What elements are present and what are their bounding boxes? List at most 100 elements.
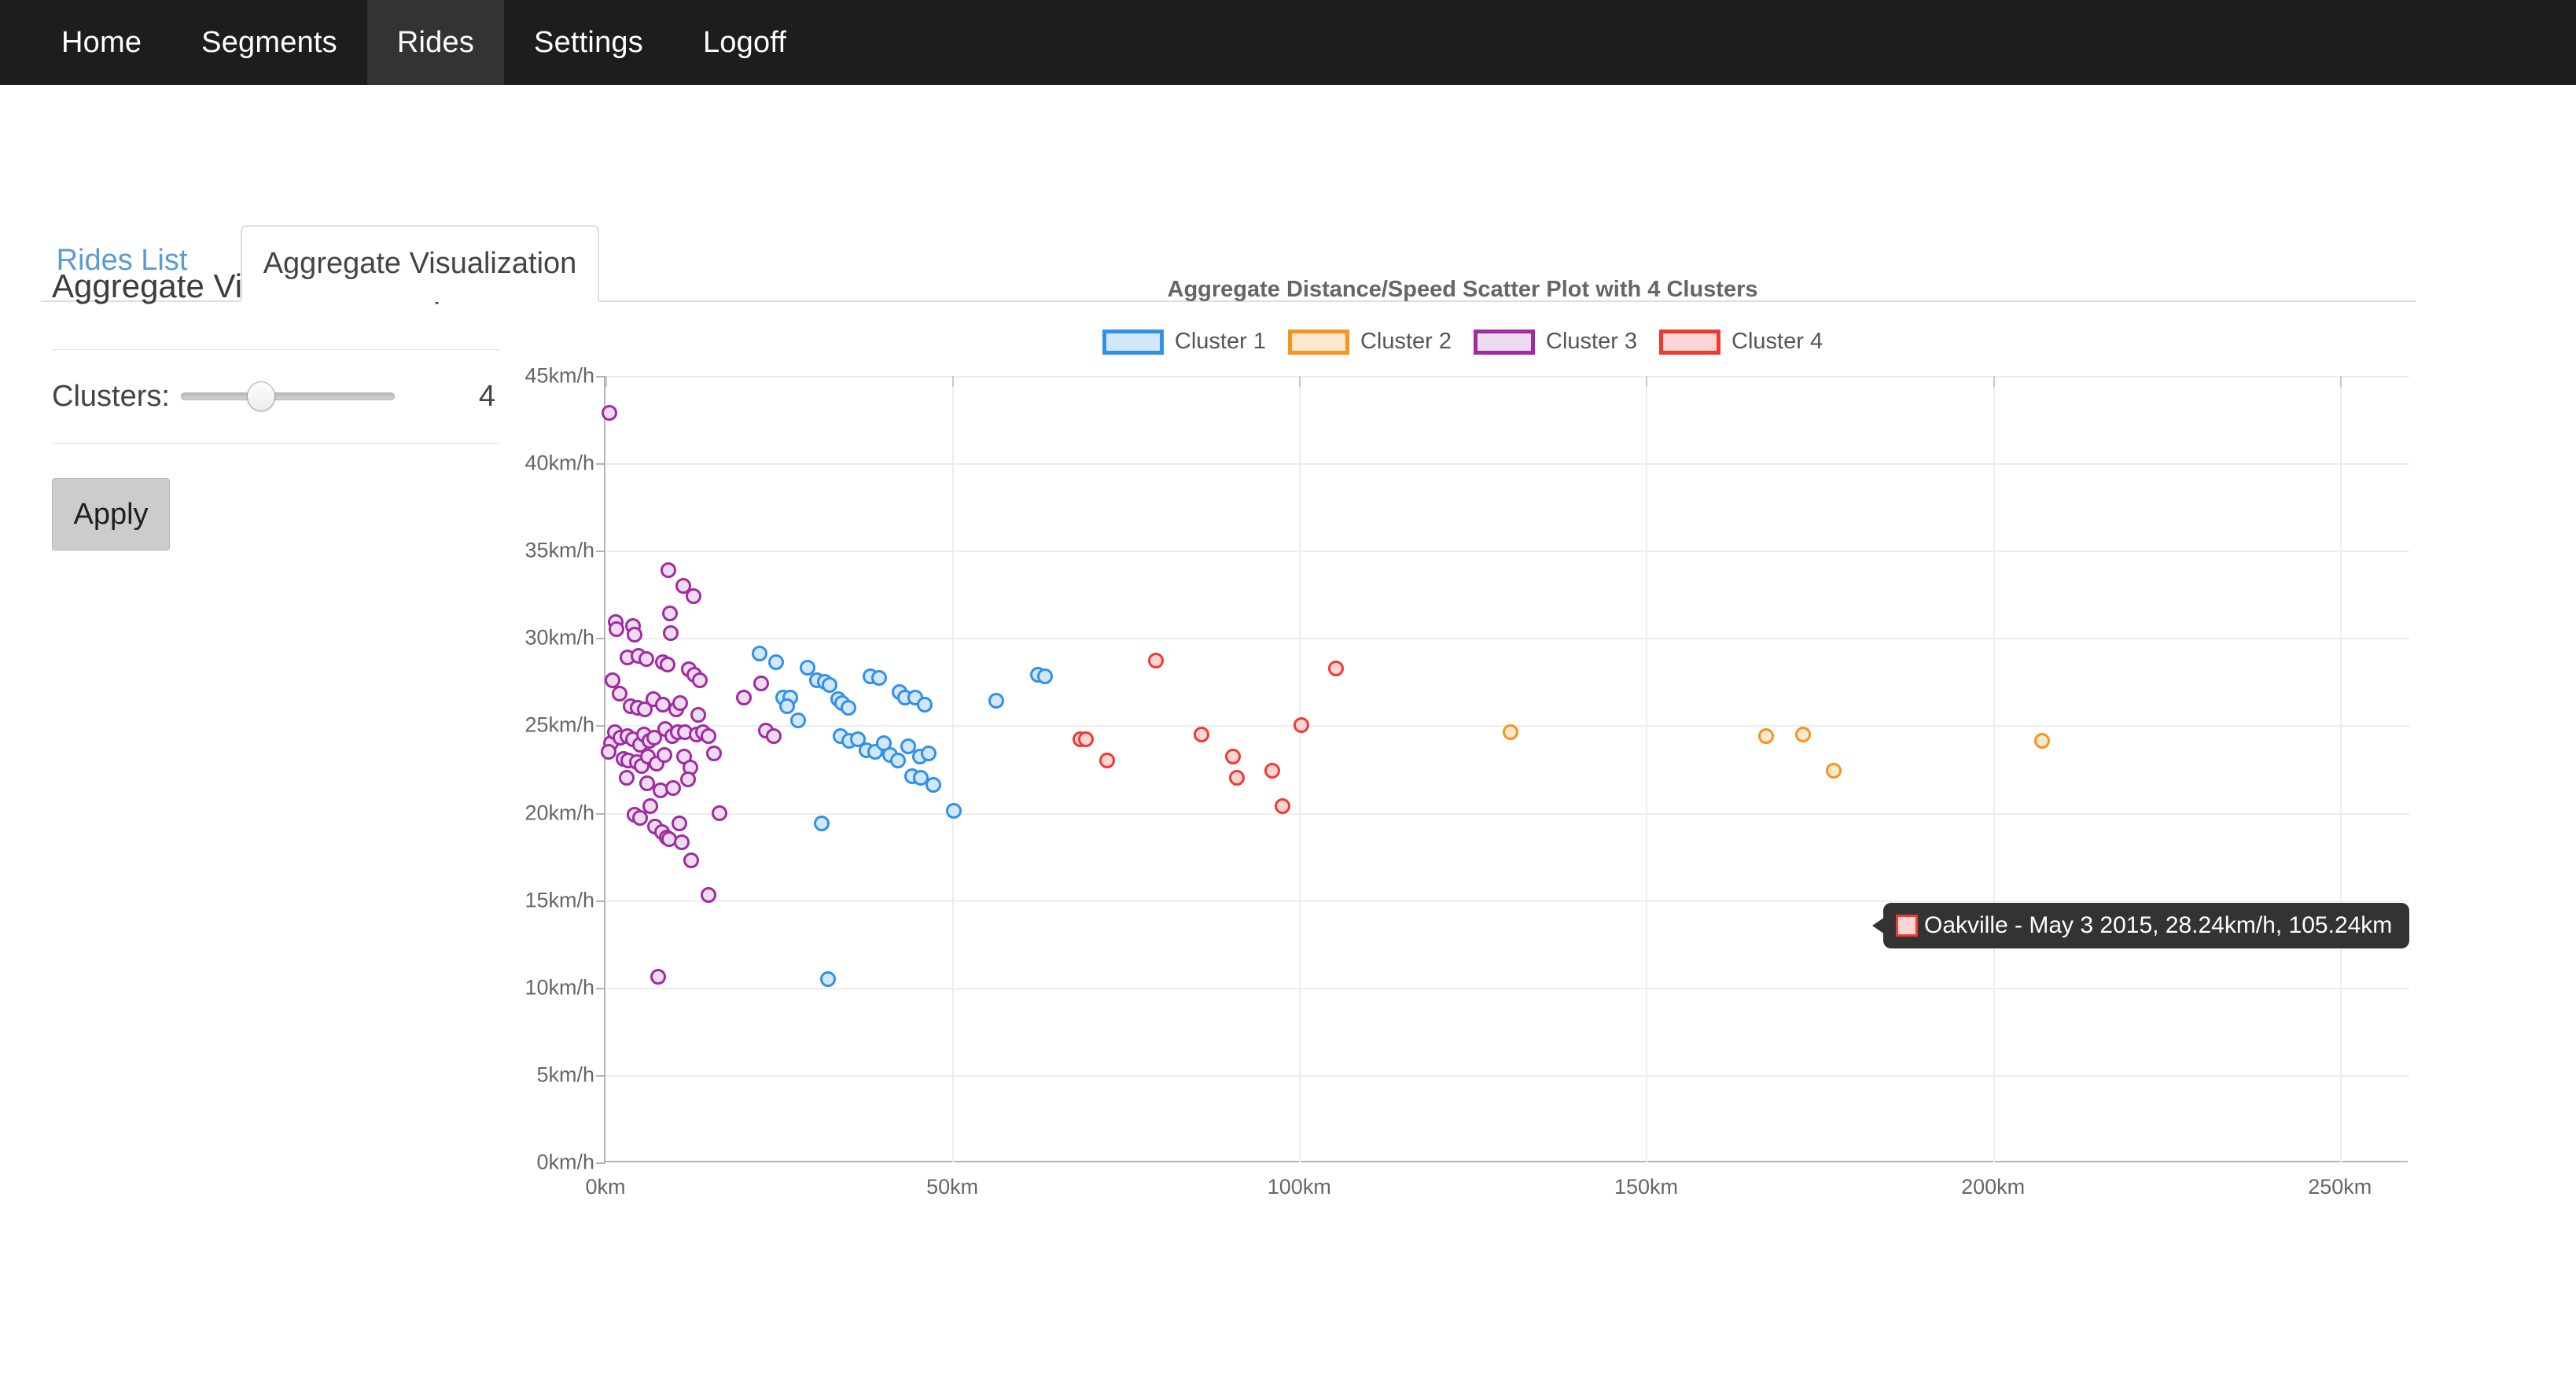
nav-item-label: Segments <box>201 26 337 60</box>
scatter-point[interactable] <box>662 606 678 621</box>
scatter-point[interactable] <box>1503 724 1518 740</box>
x-axis-tick-label: 50km <box>926 1175 978 1199</box>
gridline-horizontal <box>605 638 2409 639</box>
scatter-point[interactable] <box>766 728 782 744</box>
scatter-point[interactable] <box>768 654 784 670</box>
scatter-point[interactable] <box>988 693 1004 709</box>
scatter-point[interactable] <box>601 744 616 760</box>
clusters-slider[interactable] <box>181 383 395 410</box>
scatter-point[interactable] <box>632 810 648 826</box>
legend-entry-3[interactable]: Cluster 3 <box>1474 329 1637 355</box>
scatter-point[interactable] <box>1264 763 1280 779</box>
scatter-point[interactable] <box>736 690 752 705</box>
chart-title: Aggregate Distance/Speed Scatter Plot wi… <box>519 277 2406 303</box>
gridline-horizontal <box>605 376 2409 377</box>
nav-item-label: Settings <box>534 26 643 60</box>
scatter-point[interactable] <box>779 698 795 714</box>
slider-track[interactable] <box>181 392 395 400</box>
nav-item-home[interactable]: Home <box>31 0 171 85</box>
scatter-point[interactable] <box>1826 763 1842 779</box>
scatter-point[interactable] <box>1275 798 1290 814</box>
gridline-vertical <box>1993 376 1995 1162</box>
scatter-point[interactable] <box>1078 731 1094 747</box>
x-axis-tick-label: 0km <box>585 1175 625 1199</box>
scatter-point[interactable] <box>1229 770 1245 786</box>
scatter-point[interactable] <box>609 621 624 637</box>
plot-area[interactable]: 0km/h5km/h10km/h15km/h20km/h25km/h30km/h… <box>604 376 2408 1162</box>
scatter-point[interactable] <box>627 627 642 643</box>
scatter-point[interactable] <box>753 676 769 691</box>
scatter-point[interactable] <box>661 562 676 578</box>
scatter-point[interactable] <box>814 816 830 831</box>
tooltip-text: Oakville - May 3 2015, 28.24km/h, 105.24… <box>1924 912 2392 939</box>
slider-thumb[interactable] <box>247 381 275 411</box>
scatter-point[interactable] <box>665 780 681 796</box>
nav-item-rides[interactable]: Rides <box>367 0 504 85</box>
legend-entry-4[interactable]: Cluster 4 <box>1659 329 1823 355</box>
x-axis-tick-mark <box>952 376 954 387</box>
scatter-point[interactable] <box>1795 727 1811 742</box>
scatter-point[interactable] <box>1225 749 1241 764</box>
scatter-point[interactable] <box>680 771 696 787</box>
gridline-horizontal <box>605 1075 2409 1077</box>
x-axis-tick-label: 100km <box>1268 1175 1331 1199</box>
scatter-point[interactable] <box>1294 717 1309 733</box>
scatter-point[interactable] <box>602 405 617 421</box>
scatter-point[interactable] <box>642 798 658 814</box>
y-axis-tick-label: 25km/h <box>437 713 594 738</box>
y-axis-tick-label: 0km/h <box>437 1151 594 1175</box>
nav-item-logoff[interactable]: Logoff <box>673 0 816 85</box>
scatter-point[interactable] <box>650 969 666 985</box>
scatter-point[interactable] <box>701 887 716 903</box>
legend-entry-1[interactable]: Cluster 1 <box>1102 329 1266 355</box>
scatter-point[interactable] <box>663 625 679 641</box>
scatter-point[interactable] <box>752 646 767 661</box>
scatter-point[interactable] <box>686 588 701 604</box>
scatter-point[interactable] <box>841 700 856 716</box>
scatter-point[interactable] <box>672 695 688 711</box>
tooltip-arrow <box>1872 917 1885 934</box>
scatter-point[interactable] <box>683 853 699 868</box>
legend-entry-2[interactable]: Cluster 2 <box>1288 329 1452 355</box>
scatter-point[interactable] <box>674 834 690 850</box>
scatter-point[interactable] <box>712 805 727 821</box>
scatter-point[interactable] <box>1099 753 1115 768</box>
y-axis-tick-label: 20km/h <box>437 801 594 825</box>
scatter-point[interactable] <box>926 777 941 793</box>
scatter-point[interactable] <box>820 971 836 987</box>
scatter-point[interactable] <box>871 670 887 686</box>
x-axis-tick-mark <box>1299 376 1301 387</box>
y-axis-tick-mark <box>596 1162 605 1164</box>
legend-label: Cluster 2 <box>1360 329 1452 355</box>
scatter-point[interactable] <box>1148 653 1164 668</box>
scatter-point[interactable] <box>822 677 837 693</box>
scatter-point[interactable] <box>2034 733 2050 749</box>
y-axis-tick-mark <box>596 988 605 989</box>
y-axis-tick-label: 30km/h <box>437 626 594 650</box>
apply-button[interactable]: Apply <box>52 478 170 551</box>
scatter-point[interactable] <box>790 713 806 728</box>
scatter-point[interactable] <box>921 746 937 761</box>
scatter-point[interactable] <box>1328 661 1344 676</box>
tab-aggregate-visualization[interactable]: Aggregate Visualization <box>241 225 599 302</box>
scatter-point[interactable] <box>1037 668 1053 684</box>
scatter-point[interactable] <box>690 707 706 723</box>
nav-item-settings[interactable]: Settings <box>504 0 673 85</box>
scatter-point[interactable] <box>701 728 716 744</box>
y-axis-tick-mark <box>596 463 605 465</box>
scatter-point[interactable] <box>917 697 933 713</box>
scatter-point[interactable] <box>619 770 635 786</box>
scatter-point[interactable] <box>1758 728 1774 744</box>
x-axis-tick-label: 200km <box>1961 1175 2025 1199</box>
scatter-point[interactable] <box>1194 727 1209 742</box>
scatter-point[interactable] <box>672 816 687 831</box>
scatter-point[interactable] <box>657 747 672 763</box>
scatter-point[interactable] <box>706 746 722 761</box>
y-axis-tick-mark <box>596 900 605 902</box>
nav-item-segments[interactable]: Segments <box>171 0 367 85</box>
scatter-point[interactable] <box>638 651 654 667</box>
scatter-point[interactable] <box>946 803 962 819</box>
scatter-point[interactable] <box>890 753 906 768</box>
scatter-point[interactable] <box>660 657 675 672</box>
scatter-point[interactable] <box>692 672 708 688</box>
